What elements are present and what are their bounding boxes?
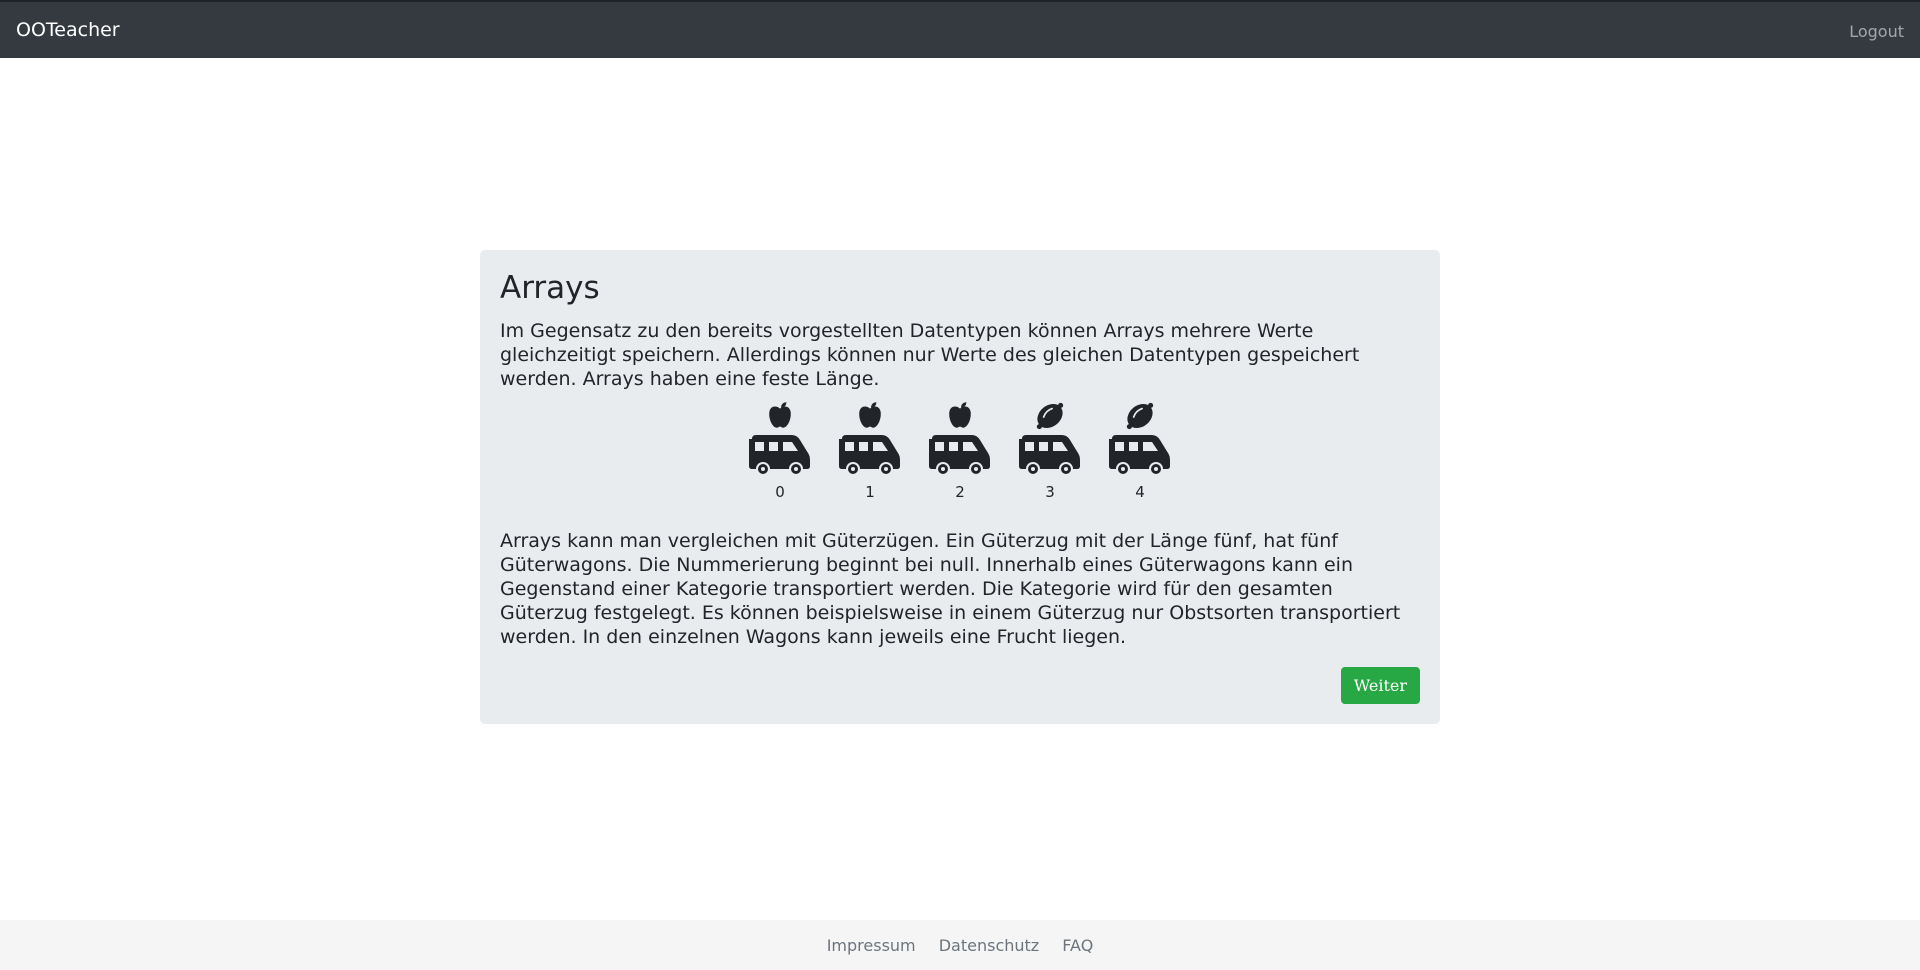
- wagon-item: 0: [748, 399, 812, 501]
- apple-icon: [859, 402, 881, 428]
- brand-link[interactable]: OOTeacher: [16, 19, 120, 41]
- wagon-index: 0: [775, 483, 785, 502]
- wagon-index: 4: [1135, 483, 1145, 502]
- intro-text: Im Gegensatz zu den bereits vorgestellte…: [500, 320, 1360, 391]
- wagon-index: 2: [955, 483, 965, 502]
- lemon-icon: [1126, 403, 1154, 430]
- wagon-item: 4: [1108, 399, 1172, 501]
- van-icon: [749, 435, 810, 477]
- lemon-icon: [1036, 403, 1064, 430]
- apple-icon: [769, 402, 791, 428]
- lesson-card: Arrays Im Gegensatz zu den bereits vorge…: [480, 250, 1440, 724]
- wagon-index: 1: [865, 483, 875, 502]
- wagon-item: 2: [928, 399, 992, 501]
- van-icon: [929, 435, 990, 477]
- van-icon: [1109, 435, 1170, 477]
- footer-link-datenschutz[interactable]: Datenschutz: [939, 936, 1039, 955]
- train-illustration: 0 1 2 3 4: [500, 399, 1420, 501]
- lesson-title: Arrays: [500, 270, 600, 306]
- apple-icon: [949, 402, 971, 428]
- wagon-item: 3: [1018, 399, 1082, 501]
- footer-link-impressum[interactable]: Impressum: [827, 936, 916, 955]
- van-icon: [1019, 435, 1080, 477]
- wagon-item: 1: [838, 399, 902, 501]
- footer-link-faq[interactable]: FAQ: [1062, 936, 1093, 955]
- logout-link[interactable]: Logout: [1849, 22, 1904, 41]
- explanation-text: Arrays kann man vergleichen mit Güterzüg…: [500, 530, 1401, 649]
- top-navbar: OOTeacher Logout: [0, 0, 1920, 58]
- wagon-index: 3: [1045, 483, 1055, 502]
- van-icon: [839, 435, 900, 477]
- next-button[interactable]: Weiter: [1340, 667, 1420, 704]
- footer: Impressum Datenschutz FAQ: [0, 920, 1920, 970]
